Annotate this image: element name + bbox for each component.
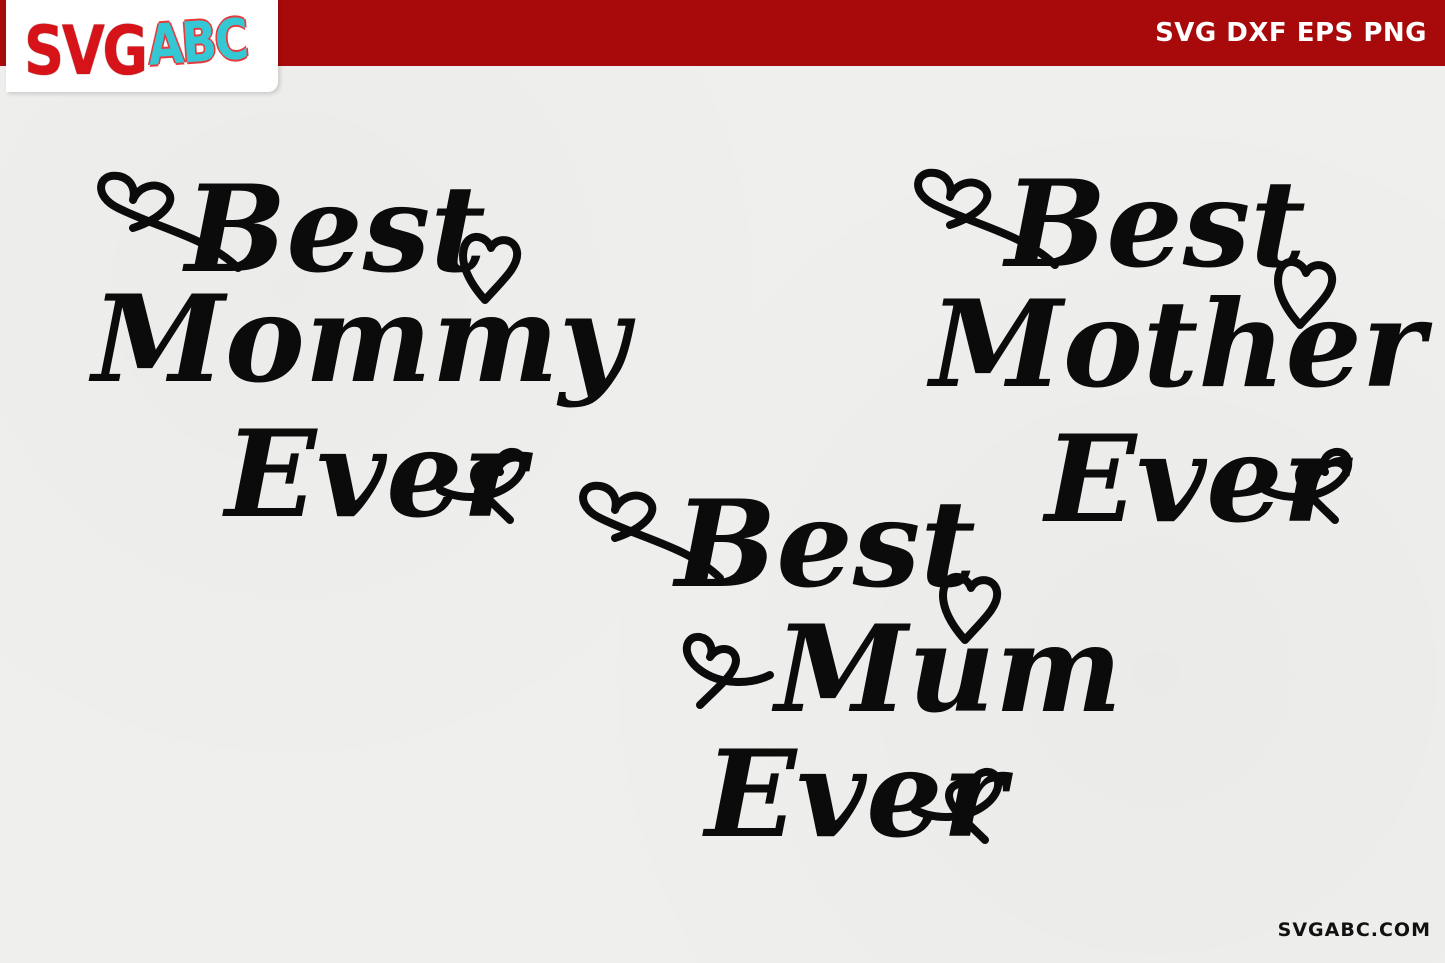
site-url[interactable]: SVGABC.COM (1278, 919, 1431, 941)
paper-background (0, 0, 1445, 963)
svgabc-logo[interactable]: SVG ABC (6, 0, 278, 92)
logo-svg-text: SVG (24, 12, 148, 91)
logo-abc-text: ABC (145, 7, 250, 79)
file-formats-label: SVG DXF EPS PNG (1155, 18, 1427, 48)
